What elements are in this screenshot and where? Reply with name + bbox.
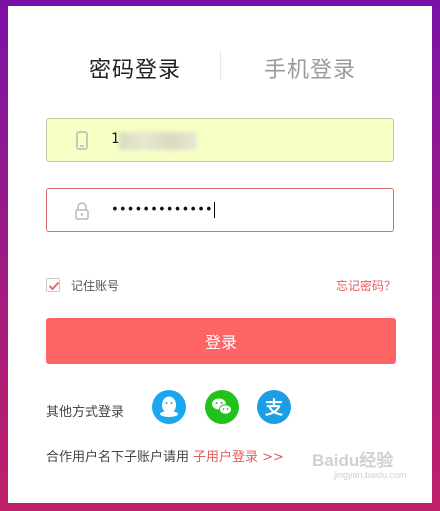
other-login-label: 其他方式登录 [46,405,125,420]
sub-account-line: 合作用户名下子账户请用 子用户登录 >> [46,446,284,465]
qq-icon [160,396,178,417]
login-button[interactable]: 登录 [46,318,396,364]
baidu-watermark: Baidu经验 [312,451,394,470]
password-field[interactable]: ••••••••••••• [46,188,394,232]
tab-password-login[interactable]: 密码登录 [89,52,181,84]
wechat-login-button[interactable] [205,390,239,424]
alipay-login-button[interactable]: 支 [257,390,291,424]
forgot-password-link[interactable]: 忘记密码？ [336,277,396,294]
phone-icon [73,131,91,151]
remember-checkbox[interactable] [46,278,60,292]
phone-field[interactable]: 1 [46,118,394,162]
remember-label: 记住账号 [71,279,120,293]
sub-account-text: 合作用户名下子账户请用 [46,450,190,465]
login-card: 密码登录 手机登录 1 ••••••••••••• 记住账号 忘记密码？ 登录 … [8,6,432,503]
svg-text:支: 支 [264,397,284,419]
text-caret [213,202,215,218]
tab-divider [220,50,221,80]
qq-login-button[interactable] [152,390,186,424]
login-tabs: 密码登录 手机登录 [8,50,432,92]
wechat-icon [212,398,232,415]
sub-user-login-link[interactable]: 子用户登录 >> [193,450,284,465]
password-value: ••••••••••••• [111,202,215,218]
watermark-url: jingyan.baidu.com [334,470,407,480]
tab-phone-login[interactable]: 手机登录 [264,52,356,84]
check-icon [48,281,60,291]
alipay-icon: 支 [264,397,284,419]
lock-icon [73,201,91,221]
redacted-blur [119,132,197,150]
